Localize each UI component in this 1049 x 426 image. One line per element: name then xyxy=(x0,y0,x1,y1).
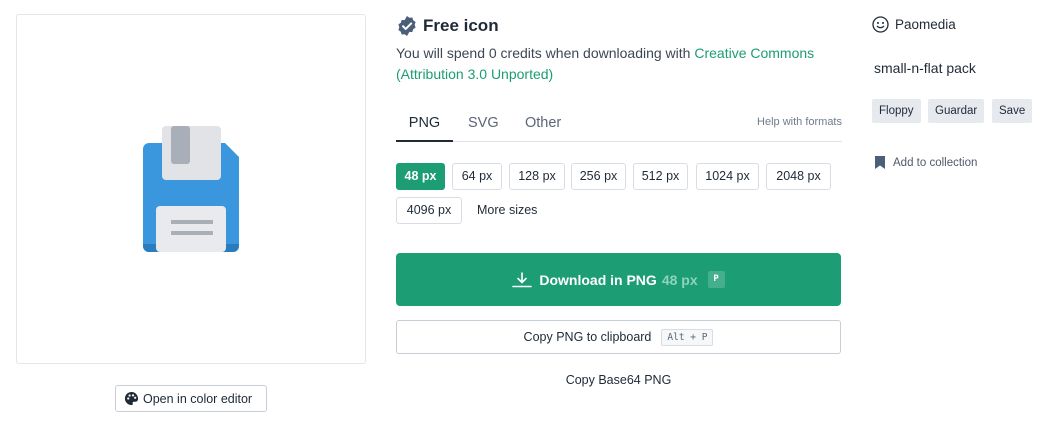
download-size: 48 px xyxy=(661,271,698,288)
download-png-button[interactable]: Download in PNG 48 px P xyxy=(396,253,841,306)
license-text-prefix: You will spend 0 credits when downloadin… xyxy=(396,45,695,61)
more-sizes-link[interactable]: More sizes xyxy=(477,197,537,224)
palette-icon xyxy=(124,391,139,406)
copy-shortcut: Alt + P xyxy=(661,328,714,346)
size-48-button[interactable]: 48 px xyxy=(396,163,445,190)
add-to-collection-button[interactable]: Add to collection xyxy=(874,155,977,170)
tag-guardar[interactable]: Guardar xyxy=(928,99,985,123)
copy-base64-link[interactable]: Copy Base64 PNG xyxy=(396,373,841,387)
size-256-button[interactable]: 256 px xyxy=(571,163,626,190)
icon-preview xyxy=(16,14,366,364)
open-color-editor-label: Open in color editor xyxy=(143,391,253,406)
bookmark-icon xyxy=(874,155,886,170)
tag-save[interactable]: Save xyxy=(992,99,1033,123)
size-4096-button[interactable]: 4096 px xyxy=(396,197,462,224)
copy-png-clipboard-button[interactable]: Copy PNG to clipboard Alt + P xyxy=(396,320,841,354)
tab-png[interactable]: PNG xyxy=(396,104,453,142)
download-icon xyxy=(512,271,533,288)
download-label: Download in PNG xyxy=(539,271,657,288)
size-2048-button[interactable]: 2048 px xyxy=(766,163,831,190)
tab-svg[interactable]: SVG xyxy=(468,104,499,142)
license-text: You will spend 0 credits when downloadin… xyxy=(396,43,816,85)
help-with-formats-link[interactable]: Help with formats xyxy=(757,104,842,140)
author-link[interactable]: Paomedia xyxy=(872,16,956,33)
floppy-disk-icon xyxy=(143,126,239,252)
license-header: Free icon xyxy=(396,14,499,38)
size-512-button[interactable]: 512 px xyxy=(633,163,688,190)
verified-badge-icon xyxy=(396,15,418,37)
format-tabs: PNG SVG Other Help with formats xyxy=(396,104,842,142)
copy-label: Copy PNG to clipboard xyxy=(523,330,652,344)
tag-floppy[interactable]: Floppy xyxy=(872,99,921,123)
author-name: Paomedia xyxy=(895,17,956,32)
tab-other[interactable]: Other xyxy=(525,104,561,142)
download-shortcut: P xyxy=(707,271,725,288)
add-to-collection-label: Add to collection xyxy=(893,156,978,169)
open-color-editor-button[interactable]: Open in color editor xyxy=(115,385,267,412)
size-1024-button[interactable]: 1024 px xyxy=(696,163,759,190)
license-title: Free icon xyxy=(423,16,499,35)
smiley-face-icon xyxy=(872,16,889,33)
size-64-button[interactable]: 64 px xyxy=(452,163,502,190)
pack-link[interactable]: small-n-flat pack xyxy=(874,60,976,76)
size-128-button[interactable]: 128 px xyxy=(509,163,565,190)
